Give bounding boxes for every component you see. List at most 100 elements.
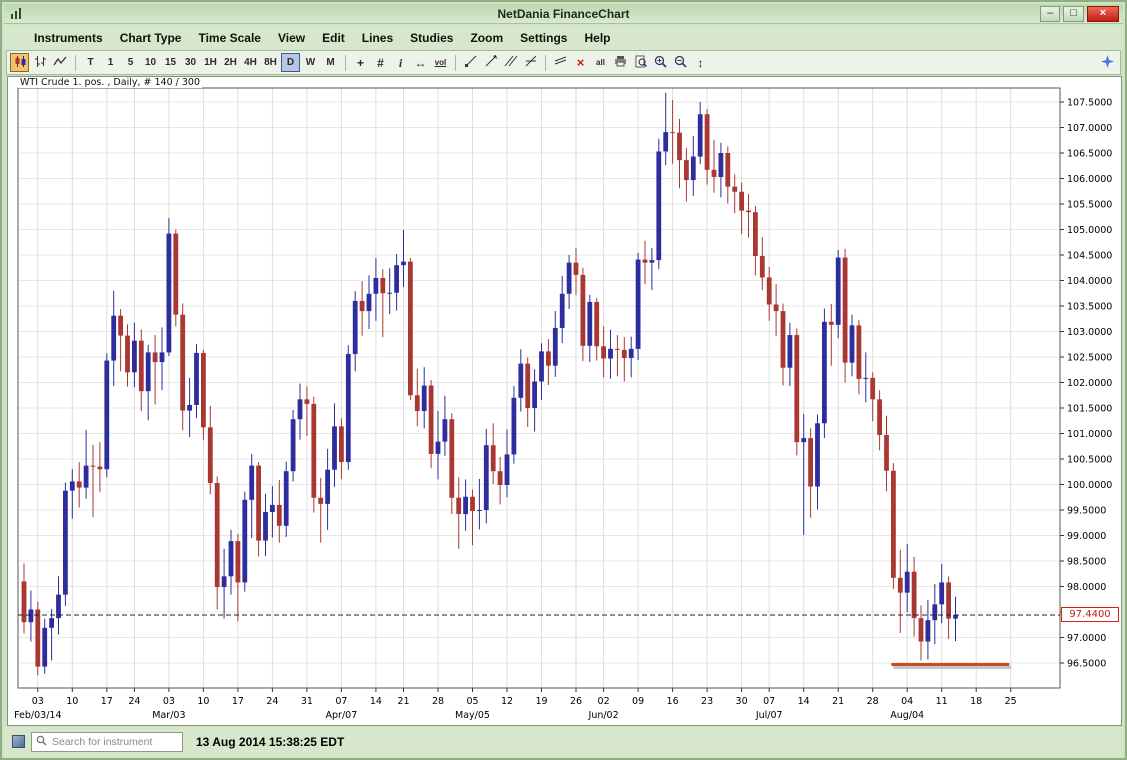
delete-icon: × [577, 57, 585, 69]
zoom-in-icon [654, 55, 667, 71]
current-price-tag: 97.4400 [1061, 607, 1119, 622]
svg-text:102.5000: 102.5000 [1067, 353, 1112, 364]
auto-scale-button[interactable]: ↕ [691, 53, 710, 72]
search-input[interactable] [50, 735, 178, 749]
trendline-icon [465, 55, 477, 70]
svg-text:98.5000: 98.5000 [1067, 557, 1106, 568]
svg-text:102.0000: 102.0000 [1067, 378, 1112, 389]
menu-lines[interactable]: Lines [362, 31, 393, 45]
timeframe-monthly-button[interactable]: M [321, 53, 340, 72]
svg-text:28: 28 [432, 696, 444, 707]
zoom-in-button[interactable] [651, 53, 670, 72]
cross-line-icon [525, 55, 537, 70]
svg-text:103.5000: 103.5000 [1067, 302, 1112, 313]
svg-text:96.5000: 96.5000 [1067, 659, 1106, 670]
svg-text:97.0000: 97.0000 [1067, 633, 1106, 644]
grid-toggle-button[interactable]: # [371, 53, 390, 72]
svg-text:18: 18 [970, 696, 982, 707]
menu-view[interactable]: View [278, 31, 305, 45]
svg-text:23: 23 [701, 696, 713, 707]
show-all-icon: all [596, 58, 605, 67]
svg-text:107.0000: 107.0000 [1067, 123, 1112, 134]
ohlc-bars-icon [34, 55, 46, 71]
print-button[interactable] [611, 53, 630, 72]
timestamp: 13 Aug 2014 15:38:25 EDT [196, 735, 344, 749]
candlestick-icon [14, 55, 26, 71]
menu-time-scale[interactable]: Time Scale [198, 31, 260, 45]
horizontal-expand-button[interactable]: ↔ [411, 53, 430, 72]
maximize-button[interactable]: □ [1063, 6, 1084, 22]
timeframe-1h-button[interactable]: 1H [201, 53, 220, 72]
timeframe-8h-button[interactable]: 8H [261, 53, 280, 72]
menu-zoom[interactable]: Zoom [470, 31, 503, 45]
title-bar[interactable]: NetDania FinanceChart – □ × [4, 4, 1123, 24]
svg-text:30: 30 [736, 696, 748, 707]
svg-text:101.0000: 101.0000 [1067, 429, 1112, 440]
timeframe-10min-button[interactable]: 10 [141, 53, 160, 72]
menu-settings[interactable]: Settings [520, 31, 567, 45]
horizontal-arrows-icon: ↔ [415, 57, 427, 69]
print-preview-button[interactable] [631, 53, 650, 72]
search-icon [36, 733, 47, 751]
svg-text:98.0000: 98.0000 [1067, 582, 1106, 593]
zoom-out-button[interactable] [671, 53, 690, 72]
svg-text:07: 07 [763, 696, 775, 707]
parallel-lines-button[interactable] [551, 53, 570, 72]
svg-text:07: 07 [335, 696, 347, 707]
draw-ray-button[interactable] [481, 53, 500, 72]
instrument-label: WTI Crude 1. pos. , Daily, # 140 / 300 [18, 77, 202, 88]
timeframe-tick-button[interactable]: T [81, 53, 100, 72]
instrument-list-icon[interactable] [12, 735, 25, 748]
line-chart-icon [53, 55, 67, 71]
timeframe-1min-button[interactable]: 1 [101, 53, 120, 72]
svg-text:Apr/07: Apr/07 [326, 710, 358, 721]
menu-studies[interactable]: Studies [410, 31, 453, 45]
svg-text:105.0000: 105.0000 [1067, 225, 1112, 236]
svg-text:14: 14 [798, 696, 810, 707]
status-bar: 13 Aug 2014 15:38:25 EDT [4, 726, 1123, 758]
menu-edit[interactable]: Edit [322, 31, 345, 45]
draw-cross-line-button[interactable] [521, 53, 540, 72]
ohlc-bars-chart-button[interactable] [30, 53, 49, 72]
minimize-button[interactable]: – [1040, 6, 1060, 22]
svg-text:14: 14 [370, 696, 382, 707]
svg-text:04: 04 [901, 696, 913, 707]
svg-text:Mar/03: Mar/03 [152, 710, 185, 721]
menu-instruments[interactable]: Instruments [34, 31, 103, 45]
svg-text:99.5000: 99.5000 [1067, 506, 1106, 517]
timeframe-daily-button[interactable]: D [281, 53, 300, 72]
timeframe-2h-button[interactable]: 2H [221, 53, 240, 72]
svg-text:21: 21 [397, 696, 409, 707]
favorites-button[interactable] [1098, 53, 1117, 72]
menu-help[interactable]: Help [584, 31, 610, 45]
line-chart-button[interactable] [50, 53, 70, 72]
chart-panel: WTI Crude 1. pos. , Daily, # 140 / 300 9… [7, 76, 1122, 726]
svg-text:Jun/02: Jun/02 [588, 710, 619, 721]
svg-text:106.0000: 106.0000 [1067, 174, 1112, 185]
timeframe-30min-button[interactable]: 30 [181, 53, 200, 72]
toolbar-separator [545, 55, 546, 71]
close-button[interactable]: × [1087, 6, 1119, 22]
timeframe-5min-button[interactable]: 5 [121, 53, 140, 72]
info-button[interactable]: i [391, 53, 410, 72]
timeframe-4h-button[interactable]: 4H [241, 53, 260, 72]
volume-button[interactable]: vol [431, 53, 450, 72]
timeframe-weekly-button[interactable]: W [301, 53, 320, 72]
menu-chart-type[interactable]: Chart Type [120, 31, 182, 45]
svg-text:104.5000: 104.5000 [1067, 251, 1112, 262]
candlestick-chart-button[interactable] [10, 53, 29, 72]
svg-text:May/05: May/05 [455, 710, 490, 721]
price-chart[interactable]: 96.500097.000097.500098.000098.500099.00… [8, 77, 1121, 725]
svg-text:99.0000: 99.0000 [1067, 531, 1106, 542]
crosshair-button[interactable]: + [351, 53, 370, 72]
svg-text:11: 11 [936, 696, 948, 707]
show-all-labels-button[interactable]: all [591, 53, 610, 72]
delete-lines-button[interactable]: × [571, 53, 590, 72]
svg-text:03: 03 [32, 696, 44, 707]
timeframe-15min-button[interactable]: 15 [161, 53, 180, 72]
printer-icon [614, 55, 627, 70]
app-window: NetDania FinanceChart – □ × Instruments … [0, 0, 1127, 760]
toolbar: T 1 5 10 15 30 1H 2H 4H 8H D W M + # i ↔… [6, 50, 1121, 75]
draw-channel-button[interactable] [501, 53, 520, 72]
draw-trendline-button[interactable] [461, 53, 480, 72]
